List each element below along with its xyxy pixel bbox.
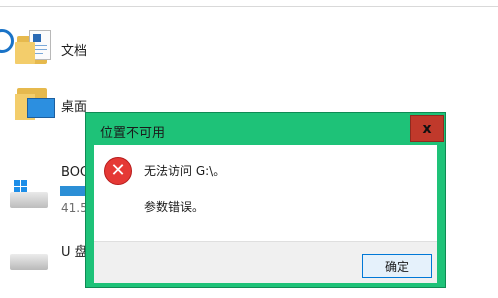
dialog-title: 位置不可用: [100, 126, 166, 141]
documents-label[interactable]: 文档: [61, 40, 87, 59]
usb-drive-icon[interactable]: [10, 248, 50, 274]
error-dialog: 位置不可用 x ✕ 无法访问 G:\。 参数错误。 确定: [85, 112, 446, 288]
explorer-window: 文档 桌面 BOO 41.5 U 盘 位置不可用 x ✕ 无法访问 G:\。 参: [0, 0, 498, 298]
progress-circle-icon: [0, 29, 14, 53]
close-button[interactable]: x: [410, 115, 444, 142]
divider: [0, 6, 498, 7]
drive-free-text: 41.5: [61, 201, 88, 215]
error-icon: ✕: [104, 157, 132, 185]
drive-usage-bar: [60, 186, 88, 196]
desktop-label[interactable]: 桌面: [61, 96, 87, 115]
close-icon: x: [422, 120, 432, 137]
message-line-2: 参数错误。: [144, 200, 205, 214]
dialog-footer: 确定: [94, 241, 437, 283]
desktop-folder-icon[interactable]: [15, 82, 55, 124]
ok-button[interactable]: 确定: [362, 254, 432, 278]
windows-drive-icon[interactable]: [10, 178, 50, 212]
dialog-body: ✕ 无法访问 G:\。 参数错误。 确定: [94, 145, 437, 283]
message-line-1: 无法访问 G:\。: [144, 164, 226, 178]
background-panel: [446, 112, 498, 298]
documents-folder-icon[interactable]: [15, 28, 51, 66]
drive-label-usb[interactable]: U 盘: [61, 241, 88, 260]
